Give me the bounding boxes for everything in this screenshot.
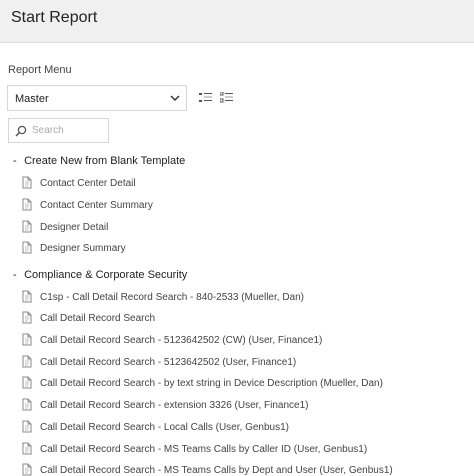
report-document-icon bbox=[22, 241, 32, 254]
list-item-label: Call Detail Record Search - Local Calls … bbox=[40, 422, 289, 433]
search-box[interactable]: Search bbox=[8, 118, 109, 143]
group-compliance-corporate-security[interactable]: - Compliance & Corporate Security bbox=[13, 269, 187, 281]
report-document-icon bbox=[22, 176, 32, 189]
report-document-icon bbox=[22, 420, 32, 433]
list-item-label: Call Detail Record Search - by text stri… bbox=[40, 378, 383, 389]
report-document-icon bbox=[22, 463, 32, 476]
report-document-icon bbox=[22, 220, 32, 233]
report-document-icon bbox=[22, 311, 32, 324]
report-document-icon bbox=[22, 198, 32, 211]
report-document-icon bbox=[22, 355, 32, 368]
list-item-label: Contact Center Summary bbox=[40, 200, 153, 211]
report-document-icon bbox=[22, 376, 32, 389]
page-header: Start Report bbox=[0, 0, 474, 43]
search-input-placeholder: Search bbox=[32, 125, 64, 136]
list-item-label: Contact Center Detail bbox=[40, 178, 136, 189]
report-menu-selected: Master bbox=[15, 93, 49, 105]
report-document-icon bbox=[22, 333, 32, 346]
list-item-label: Designer Summary bbox=[40, 243, 126, 254]
group-label: Create New from Blank Template bbox=[24, 155, 186, 167]
list-item-label: C1sp - Call Detail Record Search - 840-2… bbox=[40, 292, 305, 303]
tree-view-icon[interactable] bbox=[220, 92, 233, 103]
collapse-icon[interactable]: - bbox=[13, 155, 21, 167]
list-item-label: Call Detail Record Search - 5123642502 (… bbox=[40, 357, 297, 368]
list-item-label: Call Detail Record Search - MS Teams Cal… bbox=[40, 465, 393, 476]
list-view-icon[interactable] bbox=[199, 92, 212, 103]
list-item-label: Designer Detail bbox=[40, 222, 109, 233]
report-document-icon bbox=[22, 290, 32, 303]
group-create-new-blank-template[interactable]: - Create New from Blank Template bbox=[13, 155, 185, 167]
list-item-label: Call Detail Record Search bbox=[40, 313, 156, 324]
report-menu-select[interactable]: Master bbox=[7, 85, 187, 111]
report-document-icon bbox=[22, 442, 32, 455]
list-item-label: Call Detail Record Search - extension 33… bbox=[40, 400, 309, 411]
report-document-icon bbox=[22, 398, 32, 411]
collapse-icon[interactable]: - bbox=[13, 269, 21, 281]
search-icon bbox=[15, 125, 27, 137]
group-label: Compliance & Corporate Security bbox=[24, 269, 188, 281]
list-item-label: Call Detail Record Search - 5123642502 (… bbox=[40, 335, 323, 346]
report-menu-label: Report Menu bbox=[8, 64, 72, 76]
page-title: Start Report bbox=[11, 9, 98, 26]
chevron-down-icon bbox=[170, 95, 180, 102]
list-item-label: Call Detail Record Search - MS Teams Cal… bbox=[40, 444, 368, 455]
